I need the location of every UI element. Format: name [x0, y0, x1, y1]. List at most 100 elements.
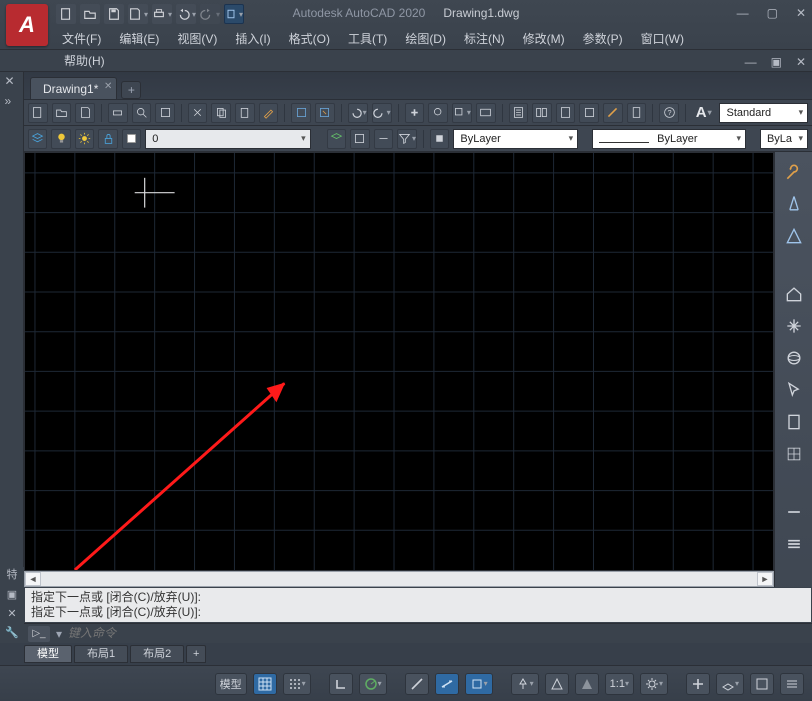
- app-logo[interactable]: A: [6, 4, 48, 46]
- tb-undo-icon[interactable]: [348, 103, 368, 123]
- file-tab-close-icon[interactable]: ✕: [104, 81, 112, 92]
- rp-overflow-icon[interactable]: [782, 532, 806, 556]
- layer-sun-icon[interactable]: [75, 129, 94, 149]
- tb-markup-icon[interactable]: [603, 103, 623, 123]
- status-isodraft-icon[interactable]: [405, 673, 429, 695]
- tb-calc-icon[interactable]: [627, 103, 647, 123]
- tb-blockedit-icon[interactable]: [315, 103, 335, 123]
- saveas-icon[interactable]: [128, 4, 148, 24]
- menu-draw[interactable]: 绘图(D): [397, 28, 454, 49]
- tb-publish-icon[interactable]: [155, 103, 175, 123]
- status-customize-icon[interactable]: [780, 673, 804, 695]
- gutter-toggle-icon[interactable]: 特: [7, 566, 18, 582]
- gutter-history-icon[interactable]: ▣: [7, 588, 17, 601]
- redo-icon[interactable]: [200, 4, 220, 24]
- rp-wrench-icon[interactable]: [782, 160, 806, 184]
- save-icon[interactable]: [104, 4, 124, 24]
- menu-edit[interactable]: 编辑(E): [111, 28, 167, 49]
- dock-chevron-icon[interactable]: »: [5, 94, 19, 108]
- maximize-icon[interactable]: ▢: [767, 6, 778, 20]
- rp-compass-icon[interactable]: [782, 192, 806, 216]
- hscrollbar[interactable]: ◄ ►: [24, 571, 774, 587]
- menu-insert[interactable]: 插入(I): [227, 28, 278, 49]
- status-maximize-icon[interactable]: [750, 673, 774, 695]
- new-file-tab[interactable]: +: [121, 81, 141, 99]
- status-cross-icon[interactable]: [686, 673, 710, 695]
- menu-file[interactable]: 文件(F): [54, 28, 109, 49]
- menu-help[interactable]: 帮助(H): [56, 50, 113, 71]
- tb-zoomrt-icon[interactable]: [428, 103, 448, 123]
- tb-paste-icon[interactable]: [235, 103, 255, 123]
- tb-textstyle-icon[interactable]: A: [692, 103, 716, 123]
- layer-lock-icon[interactable]: [98, 129, 117, 149]
- status-scale[interactable]: 1:1: [605, 673, 634, 695]
- status-model[interactable]: 模型: [215, 673, 247, 695]
- menu-format[interactable]: 格式(O): [281, 28, 338, 49]
- layer-dropdown[interactable]: 0: [145, 129, 310, 149]
- tb-properties-icon[interactable]: [509, 103, 529, 123]
- gutter-wrench-icon[interactable]: 🔧: [5, 626, 19, 639]
- undo-icon[interactable]: [176, 4, 196, 24]
- color-dropdown[interactable]: ByLayer: [453, 129, 578, 149]
- tb-block-icon[interactable]: [291, 103, 311, 123]
- gutter-close-icon[interactable]: ✕: [7, 607, 16, 620]
- menu-view[interactable]: 视图(V): [169, 28, 225, 49]
- tb-preview-icon[interactable]: [132, 103, 152, 123]
- status-otrack-icon[interactable]: [435, 673, 459, 695]
- layer-manager-icon[interactable]: [28, 129, 47, 149]
- tb-print-icon[interactable]: [108, 103, 128, 123]
- rp-triangle-icon[interactable]: [782, 224, 806, 248]
- lineweight-dropdown[interactable]: ByLa: [760, 129, 808, 149]
- textstyle-dropdown[interactable]: Standard: [719, 103, 808, 123]
- layout-tab-add[interactable]: +: [186, 645, 206, 663]
- rp-cursor-icon[interactable]: [782, 378, 806, 402]
- menu-modify[interactable]: 修改(M): [515, 28, 573, 49]
- menu-param[interactable]: 参数(P): [575, 28, 631, 49]
- rp-minus-icon[interactable]: [782, 500, 806, 524]
- drawing-canvas[interactable]: [24, 152, 774, 571]
- doc-close-icon[interactable]: ✕: [796, 55, 806, 69]
- minimize-icon[interactable]: —: [737, 6, 749, 20]
- tb-redo-icon[interactable]: [372, 103, 392, 123]
- tb-zoomwin-icon[interactable]: [452, 103, 472, 123]
- tb-toolpalette-icon[interactable]: [556, 103, 576, 123]
- rp-orbit-icon[interactable]: [782, 346, 806, 370]
- status-polar-icon[interactable]: [359, 673, 387, 695]
- layer-iso-icon[interactable]: [374, 129, 393, 149]
- print-icon[interactable]: [152, 4, 172, 24]
- status-ortho-icon[interactable]: [329, 673, 353, 695]
- new-icon[interactable]: [56, 4, 76, 24]
- layer-prev-icon[interactable]: [327, 129, 346, 149]
- color-control-icon[interactable]: [430, 129, 449, 149]
- layer-lightbulb-icon[interactable]: [51, 129, 70, 149]
- dock-close-icon[interactable]: ✕: [5, 74, 19, 88]
- layer-color-icon[interactable]: [122, 129, 141, 149]
- rp-sheet-icon[interactable]: [782, 410, 806, 434]
- tb-help-icon[interactable]: ?: [659, 103, 679, 123]
- hscroll-right-icon[interactable]: ►: [757, 572, 773, 586]
- file-tab[interactable]: Drawing1* ✕: [30, 77, 117, 99]
- open-icon[interactable]: [80, 4, 100, 24]
- status-gear-icon[interactable]: [640, 673, 668, 695]
- layer-filter-icon[interactable]: [397, 129, 417, 149]
- tb-designcenter-icon[interactable]: [532, 103, 552, 123]
- layout-tab-model[interactable]: 模型: [24, 645, 72, 663]
- status-snap-icon[interactable]: [283, 673, 311, 695]
- cmd-prompt-icon[interactable]: ▷_: [28, 626, 50, 642]
- tb-matchprop-icon[interactable]: [259, 103, 279, 123]
- rp-home-icon[interactable]: [782, 282, 806, 306]
- tb-pan-icon[interactable]: [405, 103, 425, 123]
- tb-open-icon[interactable]: [52, 103, 72, 123]
- layout-tab-2[interactable]: 布局2: [130, 645, 184, 663]
- tb-new-icon[interactable]: [28, 103, 48, 123]
- doc-restore-icon[interactable]: ▣: [771, 55, 782, 69]
- rp-pan-icon[interactable]: [782, 314, 806, 338]
- status-grid-icon[interactable]: [253, 673, 277, 695]
- layer-states-icon[interactable]: [350, 129, 369, 149]
- tb-sheetset-icon[interactable]: [579, 103, 599, 123]
- hscroll-left-icon[interactable]: ◄: [25, 572, 41, 586]
- tb-zoomprev-icon[interactable]: [476, 103, 496, 123]
- status-isoplane-icon[interactable]: [716, 673, 744, 695]
- layout-tab-1[interactable]: 布局1: [74, 645, 128, 663]
- status-annoscale-icon[interactable]: [511, 673, 539, 695]
